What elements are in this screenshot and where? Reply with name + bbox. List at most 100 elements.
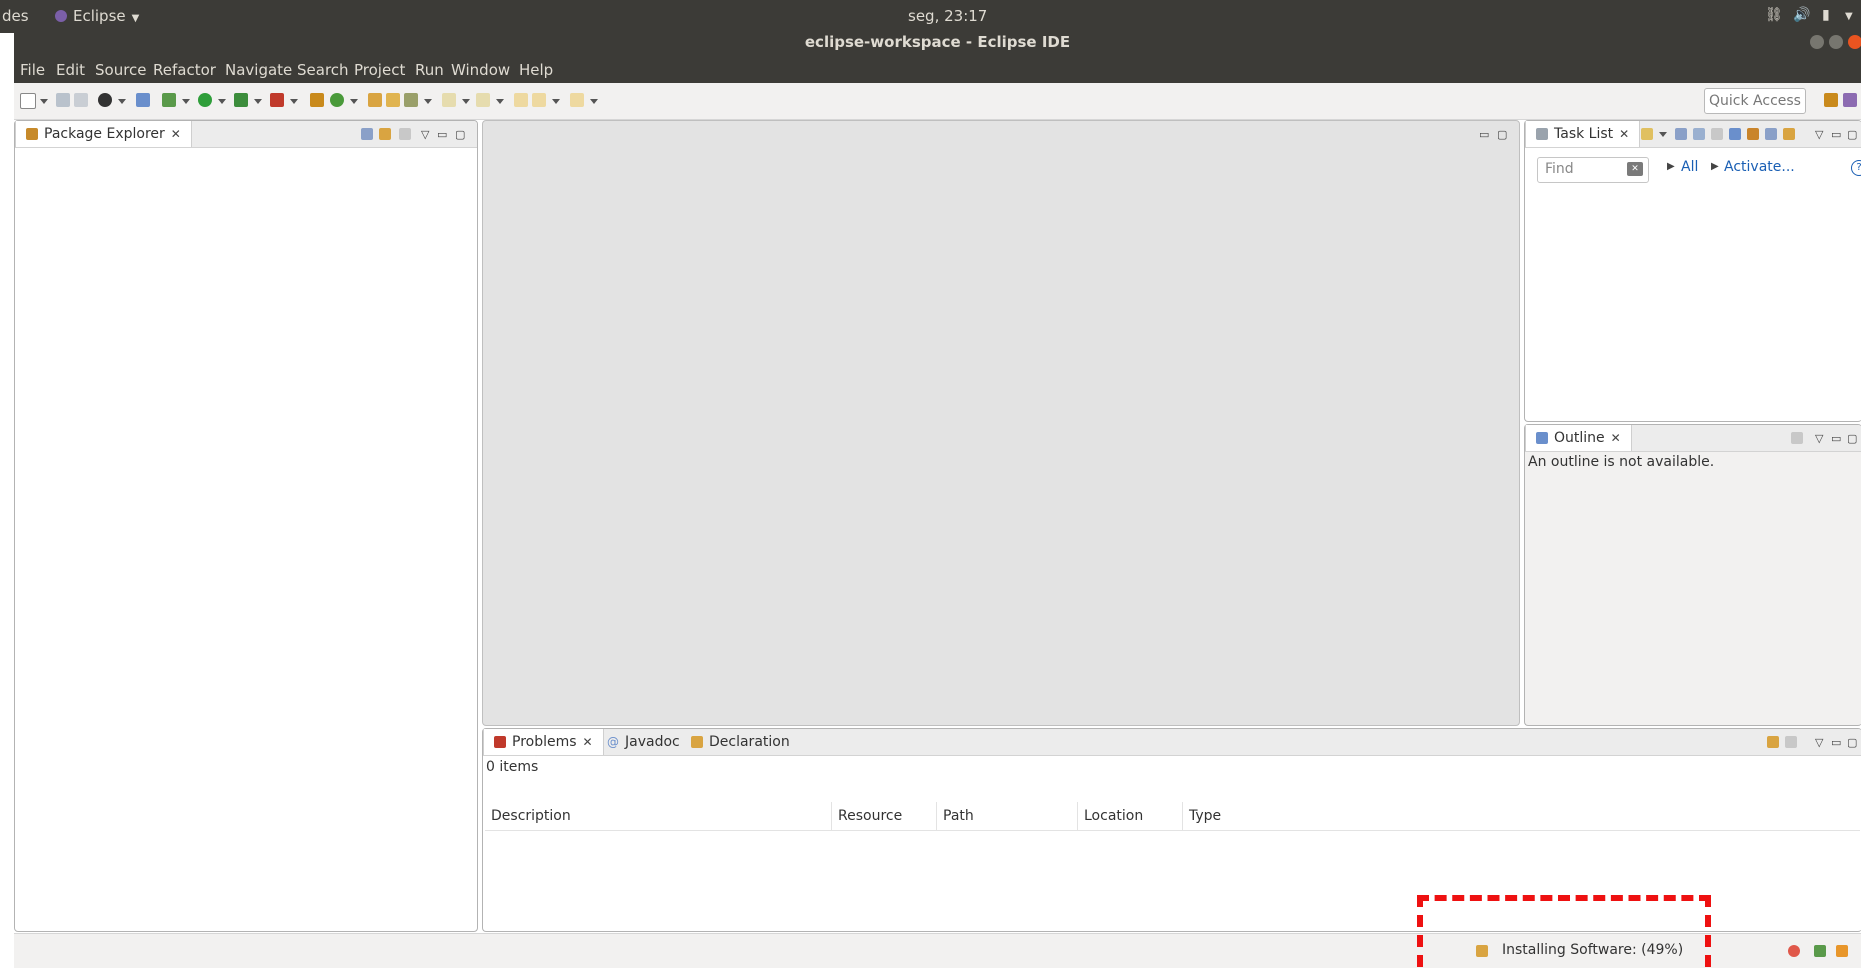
back-icon[interactable] — [532, 93, 546, 107]
next-annotation-dropdown-icon[interactable] — [462, 99, 470, 104]
close-task-list-icon[interactable]: ✕ — [1619, 127, 1629, 141]
menu-window[interactable]: Window — [451, 61, 510, 79]
hide-completed-icon[interactable] — [1747, 128, 1759, 140]
minimize-view-icon[interactable]: ▭ — [437, 128, 447, 141]
minimize-task-list-icon[interactable]: ▭ — [1831, 128, 1841, 141]
problems-view-menu-icon[interactable]: ▽ — [1815, 736, 1823, 749]
save-icon[interactable] — [56, 93, 70, 107]
menu-run[interactable]: Run — [415, 61, 444, 79]
column-location[interactable]: Location — [1078, 802, 1183, 830]
volume-icon[interactable]: 🔊 — [1793, 7, 1810, 23]
minimize-window-icon[interactable] — [1810, 35, 1824, 49]
forward-dropdown-icon[interactable] — [590, 99, 598, 104]
menu-project[interactable]: Project — [354, 61, 405, 79]
run-icon[interactable] — [198, 93, 212, 107]
external-tools-dropdown-icon[interactable] — [290, 99, 298, 104]
forward-icon[interactable] — [570, 93, 584, 107]
maximize-outline-icon[interactable]: ▢ — [1847, 432, 1857, 445]
new-icon[interactable] — [20, 93, 36, 109]
clock[interactable]: seg, 23:17 — [908, 7, 987, 25]
save-all-icon[interactable] — [74, 93, 88, 107]
menu-navigate[interactable]: Navigate — [225, 61, 292, 79]
run-dropdown-icon[interactable] — [218, 99, 226, 104]
menu-help[interactable]: Help — [519, 61, 553, 79]
column-type[interactable]: Type — [1183, 802, 1309, 830]
toggle-breakpoint-icon[interactable] — [136, 93, 150, 107]
profile-dropdown-icon[interactable] — [118, 99, 126, 104]
search-dropdown-icon[interactable] — [424, 99, 432, 104]
search-icon[interactable] — [404, 93, 418, 107]
debug-icon[interactable] — [162, 93, 176, 107]
problems-focus-icon[interactable] — [1785, 736, 1797, 748]
categorized-icon[interactable] — [1675, 128, 1687, 140]
show-only-my-tasks-icon[interactable] — [1729, 128, 1741, 140]
collapse-all-icon[interactable] — [361, 128, 373, 140]
task-find-field[interactable]: Find ✕ — [1537, 157, 1649, 183]
activate-link[interactable]: Activate... — [1724, 159, 1795, 175]
help-icon[interactable]: ? — [1851, 160, 1861, 176]
tab-declaration[interactable]: Declaration — [681, 729, 800, 755]
tab-javadoc[interactable]: @ Javadoc — [597, 729, 690, 755]
menu-source[interactable]: Source — [95, 61, 147, 79]
profile-icon[interactable] — [98, 93, 112, 107]
external-tools-icon[interactable] — [270, 93, 284, 107]
column-resource[interactable]: Resource — [832, 802, 937, 830]
menu-file[interactable]: File — [20, 61, 45, 79]
tab-problems[interactable]: Problems ✕ — [483, 729, 604, 755]
maximize-problems-icon[interactable]: ▢ — [1847, 736, 1857, 749]
back-dropdown-icon[interactable] — [552, 99, 560, 104]
new-task-dropdown-icon[interactable] — [1659, 132, 1667, 137]
close-tab-icon[interactable]: ✕ — [171, 127, 181, 141]
clear-find-icon[interactable]: ✕ — [1627, 162, 1643, 176]
outline-view-menu-icon[interactable]: ▽ — [1815, 432, 1823, 445]
tab-package-explorer[interactable]: Package Explorer ✕ — [15, 121, 192, 147]
coverage-icon[interactable] — [234, 93, 248, 107]
network-icon[interactable]: ⛓ — [1765, 7, 1783, 23]
battery-icon[interactable]: ▮ — [1822, 7, 1830, 23]
activities-label[interactable]: des — [2, 7, 29, 25]
previous-annotation-icon[interactable] — [476, 93, 490, 107]
menu-edit[interactable]: Edit — [56, 61, 85, 79]
notifications-icon[interactable] — [1836, 945, 1848, 957]
tab-task-list[interactable]: Task List ✕ — [1525, 121, 1641, 147]
debug-dropdown-icon[interactable] — [182, 99, 190, 104]
show-progress-icon[interactable] — [1788, 945, 1800, 957]
app-menu[interactable]: Eclipse ▼ — [55, 7, 139, 25]
column-description[interactable]: Description — [485, 802, 832, 830]
new-dropdown-icon[interactable] — [40, 99, 48, 104]
install-updates-icon[interactable] — [1814, 945, 1826, 957]
close-outline-icon[interactable]: ✕ — [1611, 431, 1621, 445]
system-menu-chevron-icon[interactable]: ▼ — [1845, 11, 1853, 22]
task-view-menu-icon[interactable]: ▽ — [1815, 128, 1823, 141]
minimize-outline-icon[interactable]: ▭ — [1831, 432, 1841, 445]
maximize-view-icon[interactable]: ▢ — [455, 128, 465, 141]
quick-access-field[interactable]: Quick Access — [1704, 88, 1806, 114]
next-annotation-icon[interactable] — [442, 93, 456, 107]
previous-annotation-dropdown-icon[interactable] — [496, 99, 504, 104]
new-java-class-icon[interactable] — [330, 93, 344, 107]
last-edit-location-icon[interactable] — [514, 93, 528, 107]
maximize-task-list-icon[interactable]: ▢ — [1847, 128, 1857, 141]
all-link[interactable]: All — [1681, 159, 1698, 175]
open-task-icon[interactable] — [386, 93, 400, 107]
maximize-window-icon[interactable] — [1829, 35, 1843, 49]
java-perspective-icon[interactable] — [1843, 93, 1857, 107]
minimize-editor-icon[interactable]: ▭ — [1479, 128, 1489, 141]
synchronize-icon[interactable] — [1783, 128, 1795, 140]
view-menu-icon[interactable]: ▽ — [421, 128, 429, 141]
close-problems-icon[interactable]: ✕ — [583, 735, 593, 749]
outline-focus-icon[interactable] — [1791, 432, 1803, 444]
link-with-editor-icon[interactable] — [379, 128, 391, 140]
column-path[interactable]: Path — [937, 802, 1078, 830]
open-perspective-icon[interactable] — [1824, 93, 1838, 107]
open-type-icon[interactable] — [368, 93, 382, 107]
tab-outline[interactable]: Outline ✕ — [1525, 425, 1632, 451]
scheduled-icon[interactable] — [1693, 128, 1705, 140]
collapse-tasks-icon[interactable] — [1765, 128, 1777, 140]
minimize-problems-icon[interactable]: ▭ — [1831, 736, 1841, 749]
new-class-dropdown-icon[interactable] — [350, 99, 358, 104]
menu-search[interactable]: Search — [297, 61, 349, 79]
close-window-icon[interactable] — [1848, 35, 1861, 49]
new-task-icon[interactable] — [1641, 128, 1653, 140]
new-java-package-icon[interactable] — [310, 93, 324, 107]
